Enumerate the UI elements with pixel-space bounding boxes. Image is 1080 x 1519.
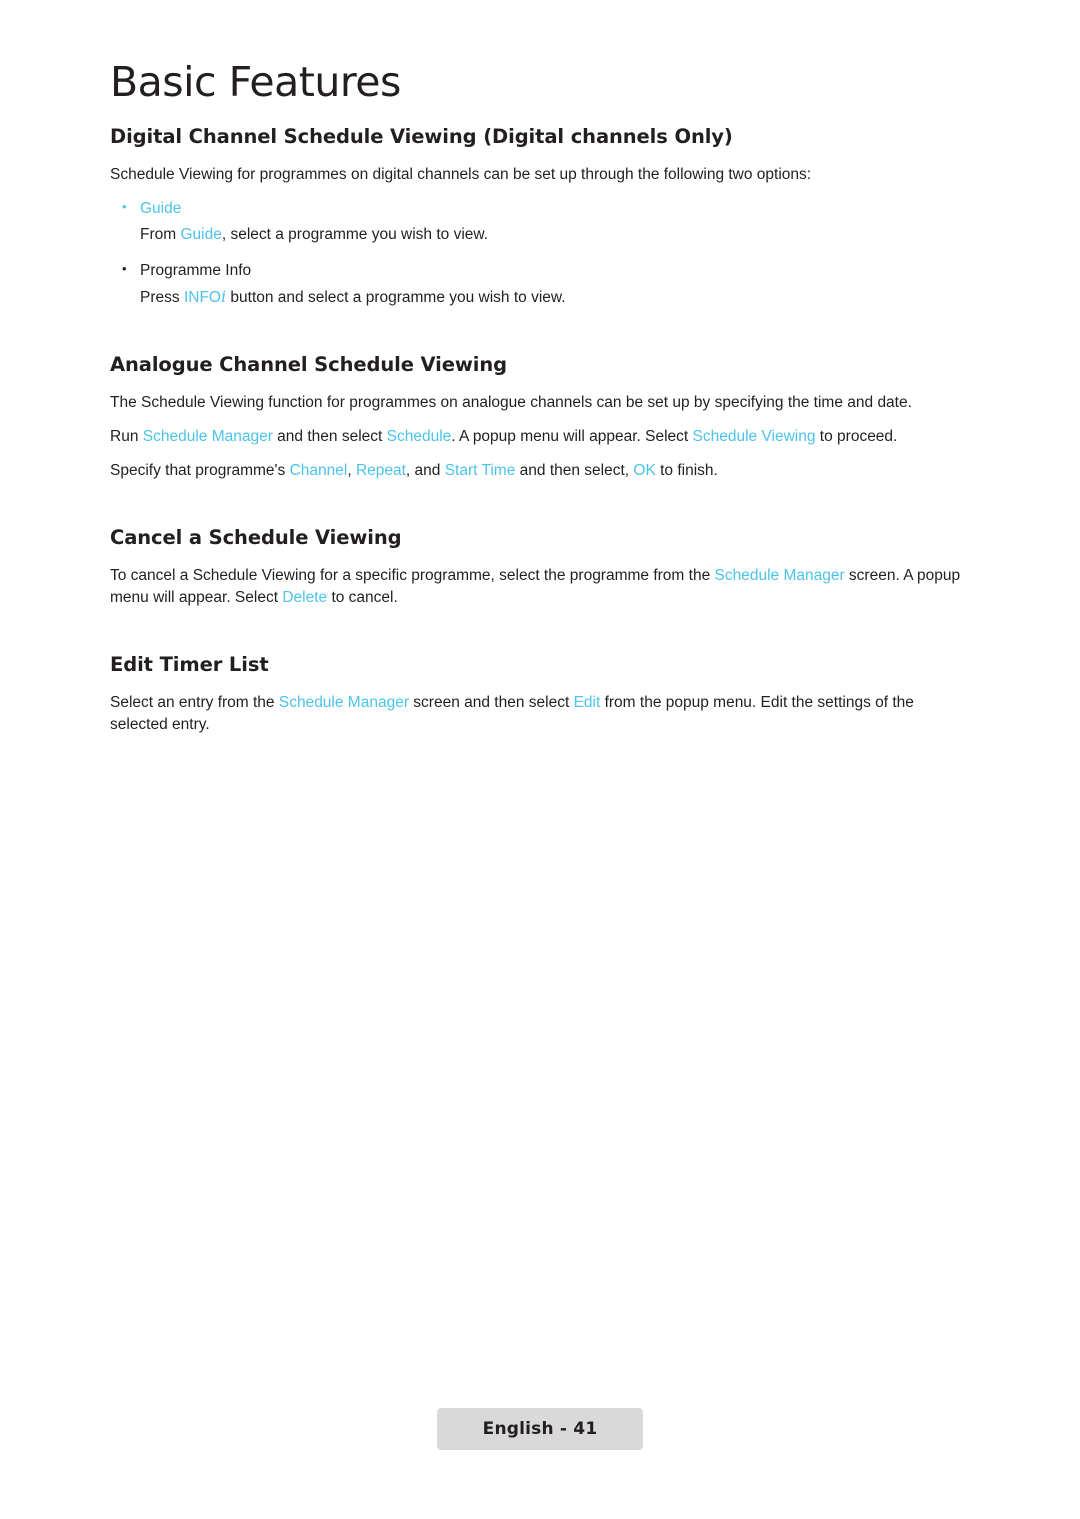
analogue-paragraph: The Schedule Viewing function for progra… bbox=[110, 394, 912, 412]
specify-mid-2: , and bbox=[405, 462, 445, 480]
schedule-manager-link: Schedule Manager bbox=[278, 694, 409, 712]
info-line-prefix: Press bbox=[140, 289, 184, 307]
section-intro-paragraph: Schedule Viewing for programmes on digit… bbox=[110, 166, 812, 184]
document-page: Basic Features Digital Channel Schedule … bbox=[0, 0, 1080, 1519]
schedule-manager-link: Schedule Manager bbox=[142, 428, 273, 446]
specify-mid-1: , bbox=[347, 462, 356, 480]
info-instruction-line: Press INFOi button and select a programm… bbox=[110, 286, 970, 309]
page-footer: English - 41 bbox=[0, 1408, 1080, 1450]
guide-link: Guide bbox=[180, 226, 222, 244]
options-bullet-list: Guide bbox=[110, 198, 970, 220]
page-content: Basic Features Digital Channel Schedule … bbox=[110, 58, 970, 748]
repeat-link: Repeat bbox=[355, 462, 406, 480]
section-heading-analogue-channel-schedule-viewing: Analogue Channel Schedule Viewing bbox=[110, 353, 508, 377]
page-number-badge: English - 41 bbox=[436, 1408, 644, 1450]
start-time-link: Start Time bbox=[444, 462, 516, 480]
section-heading-digital-channel-schedule-viewing: Digital Channel Schedule Viewing (Digita… bbox=[110, 125, 733, 149]
run-mid-2: . A popup menu will appear. Select bbox=[451, 428, 693, 446]
guide-line-suffix: , select a programme you wish to view. bbox=[221, 226, 489, 244]
page-title: Basic Features bbox=[110, 58, 401, 106]
bullet-label-programme-info: Programme Info bbox=[140, 262, 252, 280]
list-item: Programme Info bbox=[110, 260, 970, 282]
edit-prefix: Select an entry from the bbox=[110, 694, 279, 712]
edit-link: Edit bbox=[573, 694, 601, 712]
specify-mid-3: and then select, bbox=[515, 462, 634, 480]
section-heading-cancel-a-schedule-viewing: Cancel a Schedule Viewing bbox=[110, 526, 402, 550]
edit-timer-paragraph: Select an entry from the Schedule Manage… bbox=[110, 692, 970, 736]
programme-info-bullet-list: Programme Info bbox=[110, 260, 970, 282]
schedule-viewing-link: Schedule Viewing bbox=[692, 428, 816, 446]
specify-suffix: to finish. bbox=[655, 462, 718, 480]
cancel-prefix: To cancel a Schedule Viewing for a speci… bbox=[110, 567, 715, 585]
analogue-specify-line: Specify that programme's Channel, Repeat… bbox=[110, 460, 970, 482]
channel-link: Channel bbox=[289, 462, 348, 480]
ok-link: OK bbox=[633, 462, 656, 480]
section-heading-edit-timer-list: Edit Timer List bbox=[110, 653, 269, 677]
run-suffix: to proceed. bbox=[815, 428, 898, 446]
info-button-key: INFO bbox=[183, 289, 221, 307]
bullet-label-guide: Guide bbox=[140, 200, 182, 218]
analogue-run-line: Run Schedule Manager and then select Sch… bbox=[110, 426, 970, 448]
cancel-suffix: to cancel. bbox=[327, 589, 398, 607]
list-item: Guide bbox=[110, 198, 970, 220]
run-prefix: Run bbox=[110, 428, 143, 446]
info-line-suffix: button and select a programme you wish t… bbox=[226, 289, 566, 307]
run-mid-1: and then select bbox=[272, 428, 387, 446]
schedule-manager-link: Schedule Manager bbox=[714, 567, 845, 585]
schedule-link: Schedule bbox=[386, 428, 452, 446]
specify-prefix: Specify that programme's bbox=[110, 462, 290, 480]
cancel-paragraph: To cancel a Schedule Viewing for a speci… bbox=[110, 565, 970, 609]
guide-line-prefix: From bbox=[140, 226, 181, 244]
delete-link: Delete bbox=[282, 589, 328, 607]
guide-instruction-line: From Guide, select a programme you wish … bbox=[110, 224, 970, 246]
edit-mid-1: screen and then select bbox=[408, 694, 574, 712]
